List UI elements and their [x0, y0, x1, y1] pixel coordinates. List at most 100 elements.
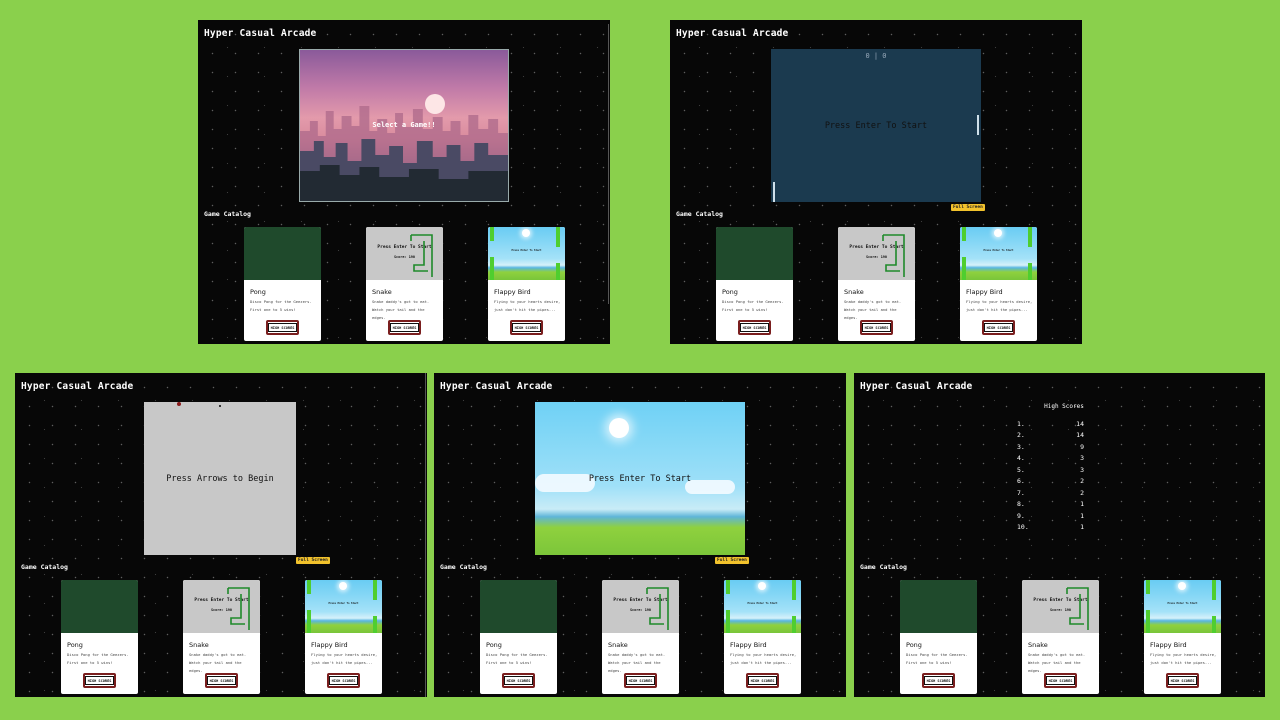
flappy-thumbnail: Press Enter To Start	[488, 227, 565, 280]
catalog-title: Game Catalog	[204, 210, 251, 218]
high-scores-button[interactable]: HIGH SCORES	[388, 320, 421, 335]
high-scores-label: HIGH SCORES	[984, 323, 1013, 332]
card-description: Snake daddy's got to eat. Watch your tai…	[1028, 652, 1086, 673]
card-title: Pong	[722, 288, 738, 296]
fullscreen-button[interactable]: Full Screen	[296, 557, 330, 564]
high-score-rank: 6.	[1017, 477, 1025, 486]
pong-thumbnail	[61, 580, 138, 633]
high-scores-button[interactable]: HIGH SCORES	[266, 320, 299, 335]
flappy-thumbnail: Press Enter To Start	[1144, 580, 1221, 633]
high-score-value: 2	[1080, 477, 1084, 486]
arcade-window-flappy: Hyper Casual Arcade Press Enter To Start…	[434, 373, 846, 697]
game-card-flappy-bird[interactable]: Press Enter To Start Flappy Bird Flying …	[960, 227, 1037, 341]
pipe-icon	[1212, 580, 1216, 600]
food-icon	[177, 402, 181, 406]
high-scores-title: High Scores	[1044, 403, 1084, 410]
high-scores-button[interactable]: HIGH SCORES	[746, 673, 779, 688]
pong-thumbnail	[716, 227, 793, 280]
high-score-rank: 5.	[1017, 465, 1025, 474]
high-score-row: 2. 14	[1004, 430, 1124, 442]
high-scores-button[interactable]: HIGH SCORES	[1166, 673, 1199, 688]
game-card-flappy-bird[interactable]: Press Enter To Start Flappy Bird Flying …	[1144, 580, 1221, 694]
card-description: Disco Pong for the Geezers. First one to…	[906, 652, 968, 665]
pipe-icon	[962, 227, 966, 241]
stage-message: Press Enter To Start	[588, 474, 692, 484]
high-scores-button[interactable]: HIGH SCORES	[205, 673, 238, 688]
high-score-row: 6. 2	[1004, 476, 1124, 488]
card-title: Flappy Bird	[311, 641, 348, 649]
pipe-icon	[1146, 580, 1150, 594]
card-description: Disco Pong for the Geezers. First one to…	[250, 299, 312, 312]
game-card-pong[interactable]: Pong Disco Pong for the Geezers. First o…	[716, 227, 793, 341]
high-score-row: 10. 1	[1004, 522, 1124, 534]
pipe-icon	[962, 257, 966, 280]
card-description: Snake daddy's got to eat. Watch your tai…	[372, 299, 430, 320]
game-card-snake[interactable]: Press Enter To Start Score: 190 Snake Sn…	[366, 227, 443, 341]
high-score-row: 1. 14	[1004, 418, 1124, 430]
site-title: Hyper Casual Arcade	[21, 381, 134, 392]
pipe-icon	[490, 257, 494, 280]
card-title: Flappy Bird	[730, 641, 767, 649]
game-card-pong[interactable]: Pong Disco Pong for the Geezers. First o…	[900, 580, 977, 694]
game-card-flappy-bird[interactable]: Press Enter To Start Flappy Bird Flying …	[488, 227, 565, 341]
card-title: Snake	[844, 288, 864, 296]
snake-thumbnail: Press Enter To Start Score: 190	[1022, 580, 1099, 633]
snake-thumbnail: Press Enter To Start Score: 190	[602, 580, 679, 633]
card-description: Flying to your hearts desire, just don't…	[966, 299, 1033, 312]
arcade-window-pong: Hyper Casual Arcade 0 | 0 Press Enter To…	[670, 20, 1082, 344]
game-stage-flappy[interactable]: Press Enter To Start	[535, 402, 745, 555]
site-title: Hyper Casual Arcade	[860, 381, 973, 392]
game-card-snake[interactable]: Press Enter To Start Score: 190 Snake Sn…	[1022, 580, 1099, 694]
pipe-icon	[792, 580, 796, 600]
high-scores-button[interactable]: HIGH SCORES	[83, 673, 116, 688]
card-description: Snake daddy's got to eat. Watch your tai…	[189, 652, 247, 673]
high-score-rank: 4.	[1017, 454, 1025, 463]
pong-score: 0 | 0	[865, 52, 887, 60]
high-score-value: 9	[1080, 442, 1084, 451]
sun-icon	[609, 418, 629, 438]
thumb-message: Press Enter To Start	[747, 602, 778, 605]
card-title: Snake	[189, 641, 209, 649]
high-scores-button[interactable]: HIGH SCORES	[624, 673, 657, 688]
high-scores-button[interactable]: HIGH SCORES	[502, 673, 535, 688]
card-description: Flying to your hearts desire, just don't…	[730, 652, 797, 665]
game-stage-pong[interactable]: 0 | 0 Press Enter To Start	[771, 49, 981, 202]
pipe-icon	[307, 580, 311, 594]
pipe-icon	[792, 616, 796, 633]
game-card-pong[interactable]: Pong Disco Pong for the Geezers. First o…	[244, 227, 321, 341]
high-score-rank: 7.	[1017, 488, 1025, 497]
game-catalog: Pong Disco Pong for the Geezers. First o…	[670, 227, 1082, 342]
game-card-pong[interactable]: Pong Disco Pong for the Geezers. First o…	[480, 580, 557, 694]
game-card-flappy-bird[interactable]: Press Enter To Start Flappy Bird Flying …	[724, 580, 801, 694]
high-scores-button[interactable]: HIGH SCORES	[738, 320, 771, 335]
pong-thumbnail	[480, 580, 557, 633]
high-score-row: 7. 2	[1004, 487, 1124, 499]
game-stage-snake[interactable]: Press Arrows to Begin	[144, 402, 296, 555]
high-score-value: 14	[1076, 419, 1084, 428]
high-scores-button[interactable]: HIGH SCORES	[327, 673, 360, 688]
arcade-window-snake: Hyper Casual Arcade Press Arrows to Begi…	[15, 373, 427, 697]
game-card-pong[interactable]: Pong Disco Pong for the Geezers. First o…	[61, 580, 138, 694]
snake-head	[219, 405, 221, 407]
high-scores-button[interactable]: HIGH SCORES	[982, 320, 1015, 335]
city-skyline	[300, 106, 508, 201]
high-scores-button[interactable]: HIGH SCORES	[510, 320, 543, 335]
high-scores-button[interactable]: HIGH SCORES	[860, 320, 893, 335]
high-score-row: 9. 1	[1004, 510, 1124, 522]
high-scores-button[interactable]: HIGH SCORES	[1044, 673, 1077, 688]
card-title: Flappy Bird	[494, 288, 531, 296]
game-card-snake[interactable]: Press Enter To Start Score: 190 Snake Sn…	[602, 580, 679, 694]
game-card-snake[interactable]: Press Enter To Start Score: 190 Snake Sn…	[838, 227, 915, 341]
left-paddle	[773, 182, 775, 202]
pipe-icon	[726, 580, 730, 594]
fullscreen-button[interactable]: Full Screen	[715, 557, 749, 564]
high-score-value: 1	[1080, 511, 1084, 520]
game-card-snake[interactable]: Press Enter To Start Score: 190 Snake Sn…	[183, 580, 260, 694]
game-stage-city[interactable]: Select a Game!!	[299, 49, 509, 202]
card-description: Snake daddy's got to eat. Watch your tai…	[608, 652, 666, 673]
game-catalog: Pong Disco Pong for the Geezers. First o…	[198, 227, 610, 342]
high-scores-button[interactable]: HIGH SCORES	[922, 673, 955, 688]
high-score-row: 8. 1	[1004, 499, 1124, 511]
game-card-flappy-bird[interactable]: Press Enter To Start Flappy Bird Flying …	[305, 580, 382, 694]
fullscreen-button[interactable]: Full Screen	[951, 204, 985, 211]
